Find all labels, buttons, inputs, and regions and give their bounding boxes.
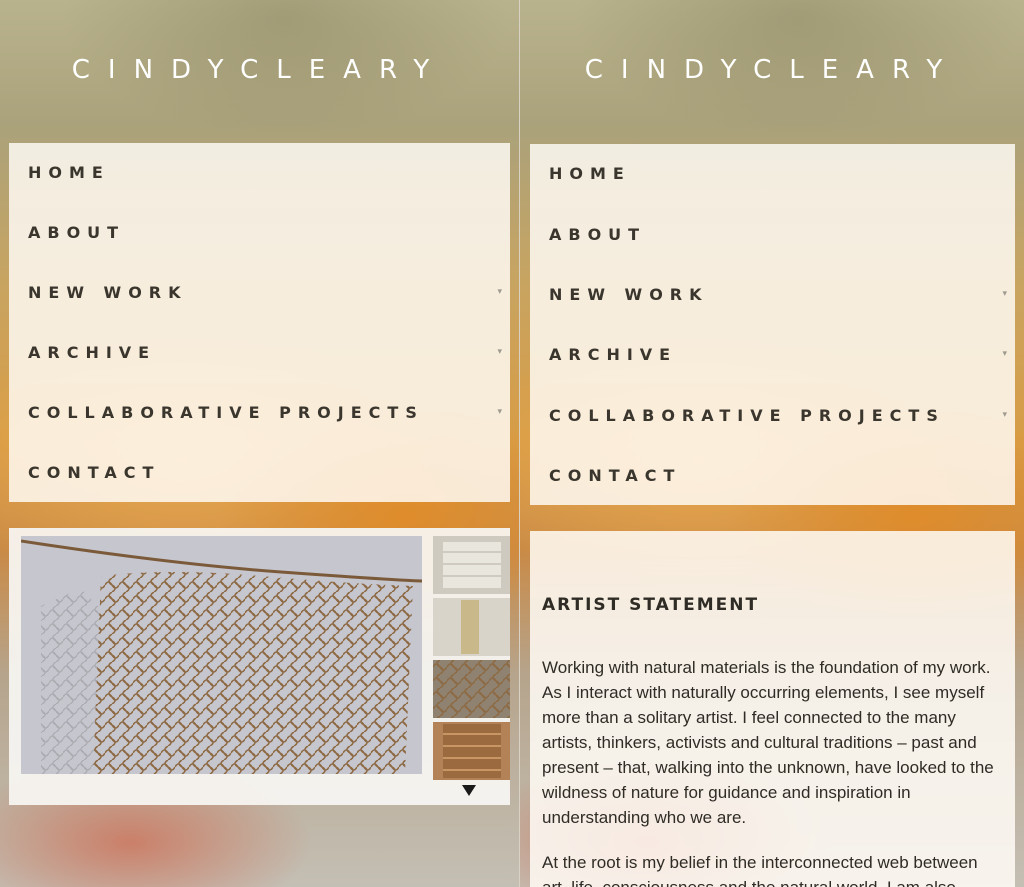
menu-item-label: ABOUT — [549, 224, 647, 244]
chevron-down-icon[interactable]: ▾ — [1002, 410, 1007, 420]
statement-paragraph: At the root is my belief in the intercon… — [542, 853, 978, 887]
hanging-fibre-piece-thumb[interactable] — [433, 598, 510, 656]
white-woven-piece-thumb[interactable] — [433, 536, 510, 594]
main-menu: HOME ABOUT NEW WORK ▾ ARCHIVE ▾ COLLABOR… — [9, 143, 510, 502]
woven-net-piece-drawing — [433, 660, 510, 718]
menu-item-home[interactable]: HOME — [530, 158, 1015, 188]
menu-item-collaborative-projects[interactable]: COLLABORATIVE PROJECTS ▾ — [9, 397, 510, 427]
site-logo[interactable]: CINDYCLEARY — [520, 55, 1024, 85]
menu-item-label: NEW WORK — [28, 282, 188, 302]
menu-item-new-work[interactable]: NEW WORK ▾ — [530, 279, 1015, 309]
menu-item-archive[interactable]: ARCHIVE ▾ — [9, 337, 510, 367]
mobile-view-gallery-page: CINDYCLEARY HOME ABOUT NEW WORK ▾ ARCHIV… — [0, 0, 519, 887]
woven-net-artwork-drawing — [21, 536, 422, 774]
menu-item-label: CONTACT — [549, 465, 682, 485]
menu-item-label: ARCHIVE — [549, 344, 678, 364]
mobile-view-about-page: CINDYCLEARY HOME ABOUT NEW WORK ▾ ARCHIV… — [519, 0, 1024, 887]
hanging-fibre-piece-drawing — [461, 600, 479, 654]
thumbnail-strip — [433, 536, 510, 801]
white-woven-piece-drawing — [443, 542, 501, 588]
chevron-down-icon[interactable]: ▾ — [1002, 289, 1007, 299]
chevron-down-icon[interactable]: ▾ — [497, 287, 502, 297]
menu-item-label: HOME — [549, 163, 631, 183]
statement-heading: ARTIST STATEMENT — [542, 595, 760, 615]
main-menu: HOME ABOUT NEW WORK ▾ ARCHIVE ▾ COLLABOR… — [530, 144, 1015, 505]
down-arrow-icon[interactable] — [462, 785, 476, 796]
woven-net-piece-thumb[interactable] — [433, 660, 510, 718]
chevron-down-icon[interactable]: ▾ — [497, 347, 502, 357]
image-gallery — [9, 528, 510, 805]
menu-item-about[interactable]: ABOUT — [530, 219, 1015, 249]
menu-item-label: ABOUT — [28, 222, 126, 242]
menu-item-new-work[interactable]: NEW WORK ▾ — [9, 277, 510, 307]
site-logo[interactable]: CINDYCLEARY — [0, 55, 519, 85]
menu-item-contact[interactable]: CONTACT — [530, 460, 1015, 490]
menu-item-about[interactable]: ABOUT — [9, 217, 510, 247]
menu-item-label: HOME — [28, 162, 110, 182]
knotted-brown-panel-drawing — [443, 724, 501, 778]
knotted-brown-panel-thumb[interactable] — [433, 722, 510, 780]
menu-item-label: NEW WORK — [549, 284, 709, 304]
menu-item-label: COLLABORATIVE PROJECTS — [549, 405, 945, 425]
menu-item-label: CONTACT — [28, 462, 161, 482]
menu-item-label: COLLABORATIVE PROJECTS — [28, 402, 424, 422]
statement-paragraph: Working with natural materials is the fo… — [542, 658, 994, 827]
chevron-down-icon[interactable]: ▾ — [1002, 349, 1007, 359]
menu-item-collaborative-projects[interactable]: COLLABORATIVE PROJECTS ▾ — [530, 400, 1015, 430]
artist-statement-section: ARTIST STATEMENT Working with natural ma… — [530, 531, 1015, 887]
menu-item-label: ARCHIVE — [28, 342, 157, 362]
menu-item-archive[interactable]: ARCHIVE ▾ — [530, 339, 1015, 369]
woven-net-artwork-image[interactable] — [21, 536, 422, 774]
chevron-down-icon[interactable]: ▾ — [497, 407, 502, 417]
menu-item-home[interactable]: HOME — [9, 157, 510, 187]
menu-item-contact[interactable]: CONTACT — [9, 457, 510, 487]
